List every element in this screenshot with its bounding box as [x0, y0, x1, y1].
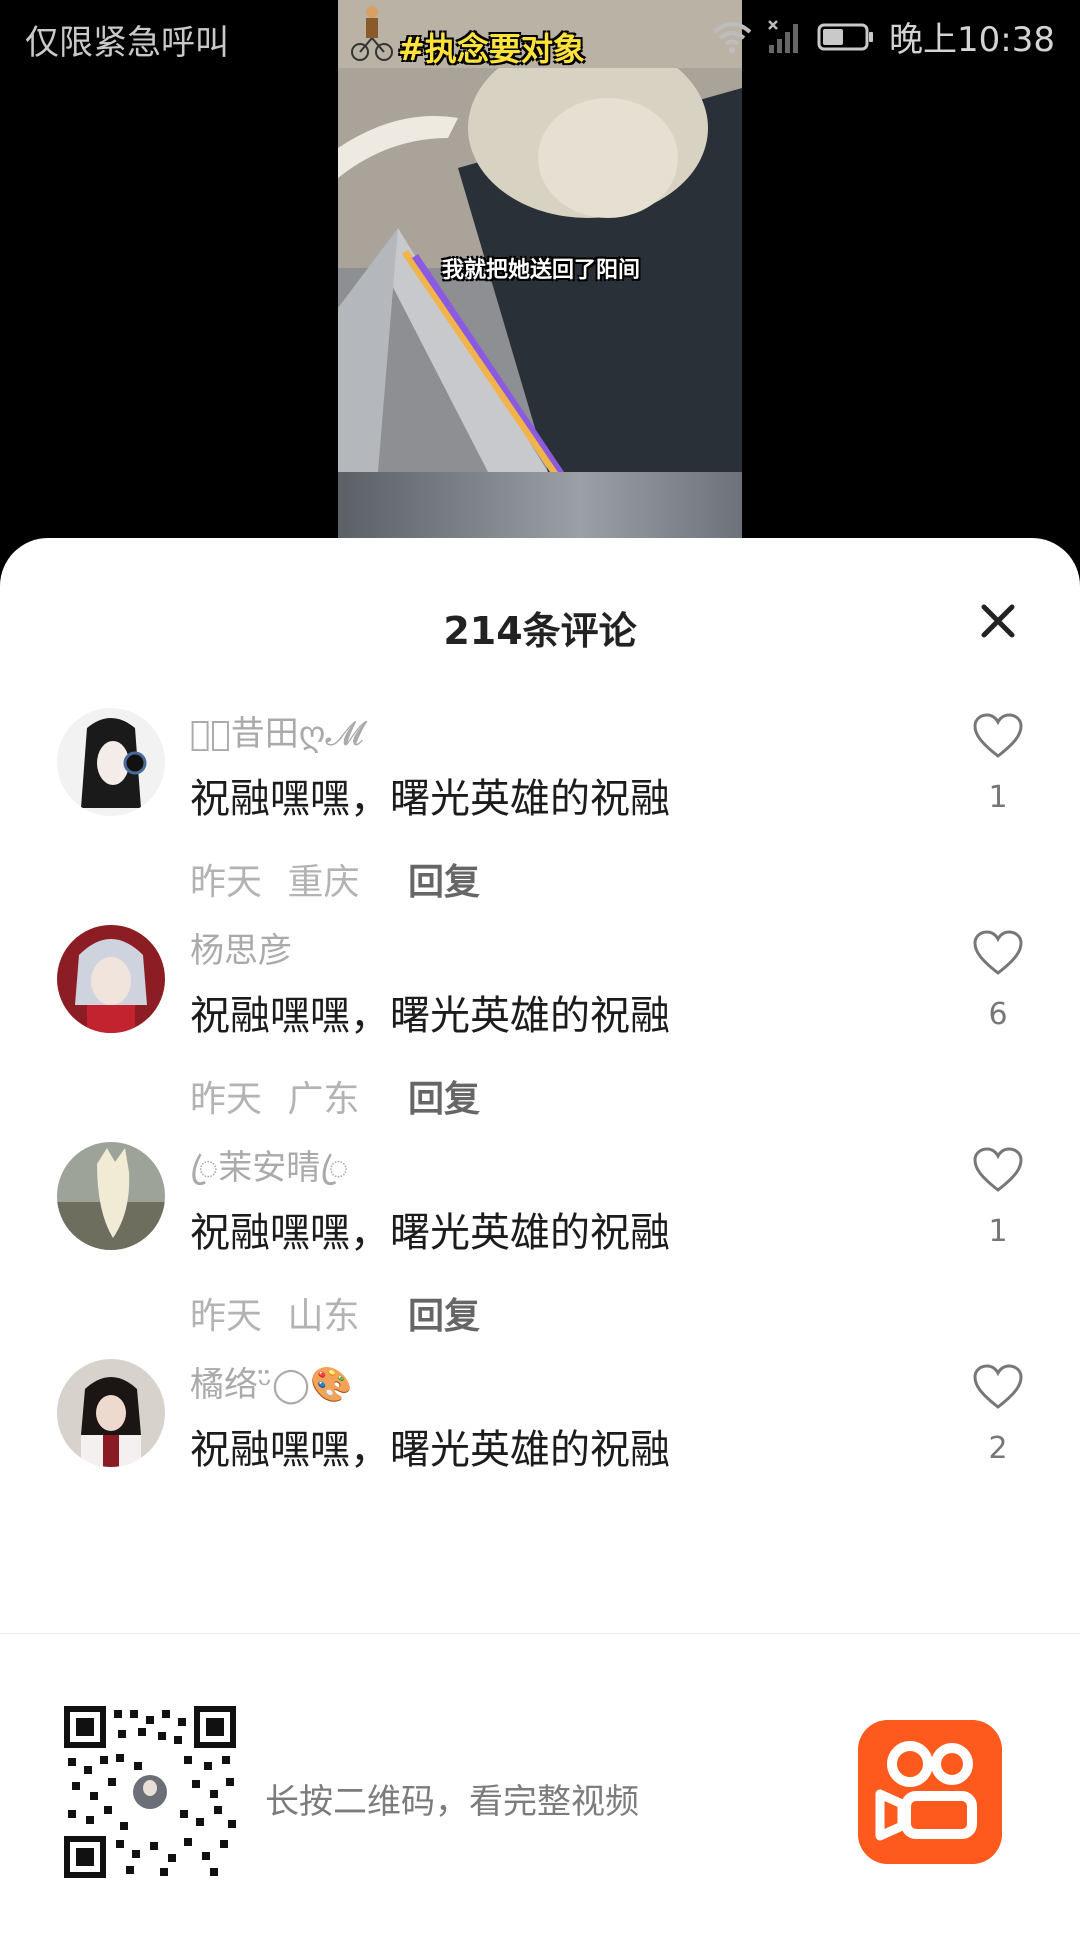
- share-footer: 长按二维码，看完整视频: [0, 1633, 1080, 1944]
- emergency-calls-text: 仅限紧急呼叫: [25, 23, 229, 63]
- comment-location: 山东: [287, 1296, 360, 1337]
- video-player[interactable]: #执念要对象 我就把她送回了阳间: [338, 0, 742, 540]
- comments-sheet: 214条评论 𝓜ꦿ昔田ღ𝓜 祝融嘿嘿，曙光英雄的祝融 昨天 重庆 回复 1 杨思…: [0, 538, 1080, 1944]
- heart-icon[interactable]: [972, 712, 1024, 760]
- comment-text: 祝融嘿嘿，曙光英雄的祝融: [190, 993, 670, 1039]
- reply-button[interactable]: 回复: [408, 1287, 480, 1339]
- like-count: 1: [988, 780, 1008, 815]
- qr-code[interactable]: [64, 1706, 236, 1878]
- wifi-icon: [712, 21, 752, 53]
- comment-text: 祝融嘿嘿，曙光英雄的祝融: [190, 1427, 670, 1473]
- heart-icon[interactable]: [972, 929, 1024, 977]
- kuaishou-logo[interactable]: [858, 1720, 1002, 1864]
- battery-icon: [817, 23, 874, 50]
- reply-button[interactable]: 回复: [408, 853, 480, 905]
- comment-item: 橘络ᵕ̈◯🎨 祝融嘿嘿，曙光英雄的祝融 2: [0, 1359, 1080, 1627]
- comment-meta: 昨天 重庆: [190, 853, 359, 905]
- heart-icon[interactable]: [972, 1146, 1024, 1194]
- avatar[interactable]: [57, 1359, 165, 1467]
- avatar[interactable]: [57, 708, 165, 816]
- reply-button[interactable]: 回复: [408, 1070, 480, 1122]
- like-count: 2: [988, 1431, 1008, 1466]
- comment-username[interactable]: 𝓜ꦿ昔田ღ𝓜: [190, 708, 364, 755]
- like-count: 6: [988, 997, 1008, 1032]
- comment-text: 祝融嘿嘿，曙光英雄的祝融: [190, 1210, 670, 1256]
- clock: 晚上10:38: [889, 20, 1055, 60]
- comment-text: 祝融嘿嘿，曙光英雄的祝融: [190, 776, 670, 822]
- status-icons: 晚上10:38: [711, 12, 1055, 61]
- comments-count-title: 214条评论: [443, 609, 637, 653]
- comment-time: 昨天: [190, 1296, 263, 1337]
- video-caption: 我就把她送回了阳间: [442, 258, 641, 283]
- close-icon[interactable]: [975, 598, 1021, 644]
- comment-username[interactable]: 橘络ᵕ̈◯🎨: [190, 1357, 352, 1406]
- comment-list: 𝓜ꦿ昔田ღ𝓜 祝融嘿嘿，曙光英雄的祝融 昨天 重庆 回复 1 杨思彦 祝融嘿嘿，…: [0, 708, 1080, 1633]
- comment-time: 昨天: [190, 1079, 263, 1120]
- comment-time: 昨天: [190, 862, 263, 903]
- like-count: 1: [988, 1214, 1008, 1249]
- heart-icon[interactable]: [972, 1363, 1024, 1411]
- avatar[interactable]: [57, 1142, 165, 1250]
- footer-hint-text: 长按二维码，看完整视频: [265, 1782, 639, 1822]
- video-bottom-frame: [338, 472, 742, 540]
- comment-meta: 昨天 山东: [190, 1287, 359, 1339]
- status-bar: 仅限紧急呼叫 晚上10:38: [0, 0, 1080, 75]
- comment-meta: 昨天 广东: [190, 1070, 359, 1122]
- signal-icon: [768, 19, 799, 53]
- comment-location: 广东: [287, 1079, 360, 1120]
- comment-location: 重庆: [287, 862, 360, 903]
- avatar[interactable]: [57, 925, 165, 1033]
- comment-username[interactable]: 杨思彦: [190, 923, 292, 972]
